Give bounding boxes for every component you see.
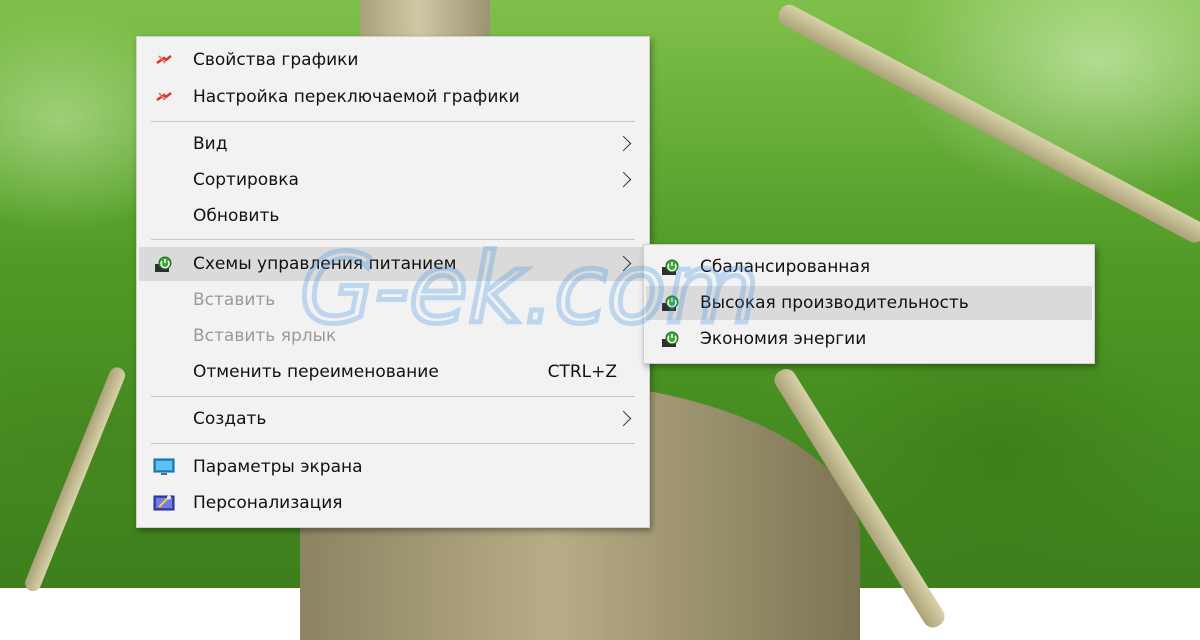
menu-item-paste-shortcut: Вставить ярлык: [139, 319, 647, 353]
menu-item-label: Сортировка: [193, 170, 299, 190]
menu-item-label: Настройка переключаемой графики: [193, 87, 520, 107]
menu-separator: [151, 443, 635, 444]
menu-item-personalization[interactable]: Персонализация: [139, 486, 647, 520]
menu-item-label: Вставить: [193, 290, 276, 310]
desktop-context-menu: Свойства графики Настройка переключаемой…: [136, 36, 650, 528]
menu-item-label: Персонализация: [193, 493, 343, 513]
menu-item-label: Создать: [193, 409, 267, 429]
tree-branch: [774, 1, 1200, 247]
menu-item-label: Параметры экрана: [193, 457, 363, 477]
display-settings-icon: [153, 458, 175, 475]
amd-graphics-icon: [156, 55, 172, 65]
menu-separator: [151, 121, 635, 122]
menu-item-view[interactable]: Вид: [139, 127, 647, 161]
keyboard-shortcut: CTRL+Z: [547, 362, 617, 382]
amd-graphics-icon: [156, 92, 172, 102]
menu-item-label: Вид: [193, 134, 228, 154]
submenu-item-balanced[interactable]: Сбалансированная: [646, 250, 1092, 284]
menu-item-graphics-properties[interactable]: Свойства графики: [139, 43, 647, 77]
submenu-item-label: Экономия энергии: [700, 329, 867, 349]
menu-item-refresh[interactable]: Обновить: [139, 199, 647, 233]
submenu-item-label: Высокая производительность: [700, 293, 969, 313]
submenu-item-label: Сбалансированная: [700, 257, 871, 277]
chevron-right-icon: [615, 135, 632, 152]
menu-item-undo-rename[interactable]: Отменить переименование CTRL+Z: [139, 355, 647, 389]
menu-item-label: Обновить: [193, 206, 280, 226]
personalization-icon: [153, 495, 175, 511]
menu-item-sort[interactable]: Сортировка: [139, 163, 647, 197]
menu-item-label: Отменить переименование: [193, 362, 439, 382]
power-plan-icon: [662, 331, 679, 347]
menu-item-label: Свойства графики: [193, 50, 359, 70]
menu-item-power-plans[interactable]: Схемы управления питанием: [139, 247, 647, 281]
menu-item-label: Схемы управления питанием: [193, 254, 457, 274]
power-plan-icon: [155, 256, 172, 272]
power-plan-icon: [662, 259, 679, 275]
submenu-item-power-saver[interactable]: Экономия энергии: [646, 322, 1092, 356]
chevron-right-icon: [615, 171, 632, 188]
menu-item-display-settings[interactable]: Параметры экрана: [139, 450, 647, 484]
menu-separator: [151, 239, 635, 240]
chevron-right-icon: [615, 255, 632, 272]
menu-separator: [151, 396, 635, 397]
chevron-right-icon: [615, 410, 632, 427]
menu-item-switchable-graphics[interactable]: Настройка переключаемой графики: [139, 80, 647, 114]
menu-item-new[interactable]: Создать: [139, 402, 647, 436]
menu-item-label: Вставить ярлык: [193, 326, 337, 346]
power-plans-submenu: Сбалансированная Высокая производительно…: [643, 244, 1095, 364]
tree-branch: [22, 365, 128, 594]
power-plan-icon: [662, 295, 679, 311]
menu-item-paste: Вставить: [139, 283, 647, 317]
submenu-item-high-performance[interactable]: Высокая производительность: [646, 286, 1092, 320]
